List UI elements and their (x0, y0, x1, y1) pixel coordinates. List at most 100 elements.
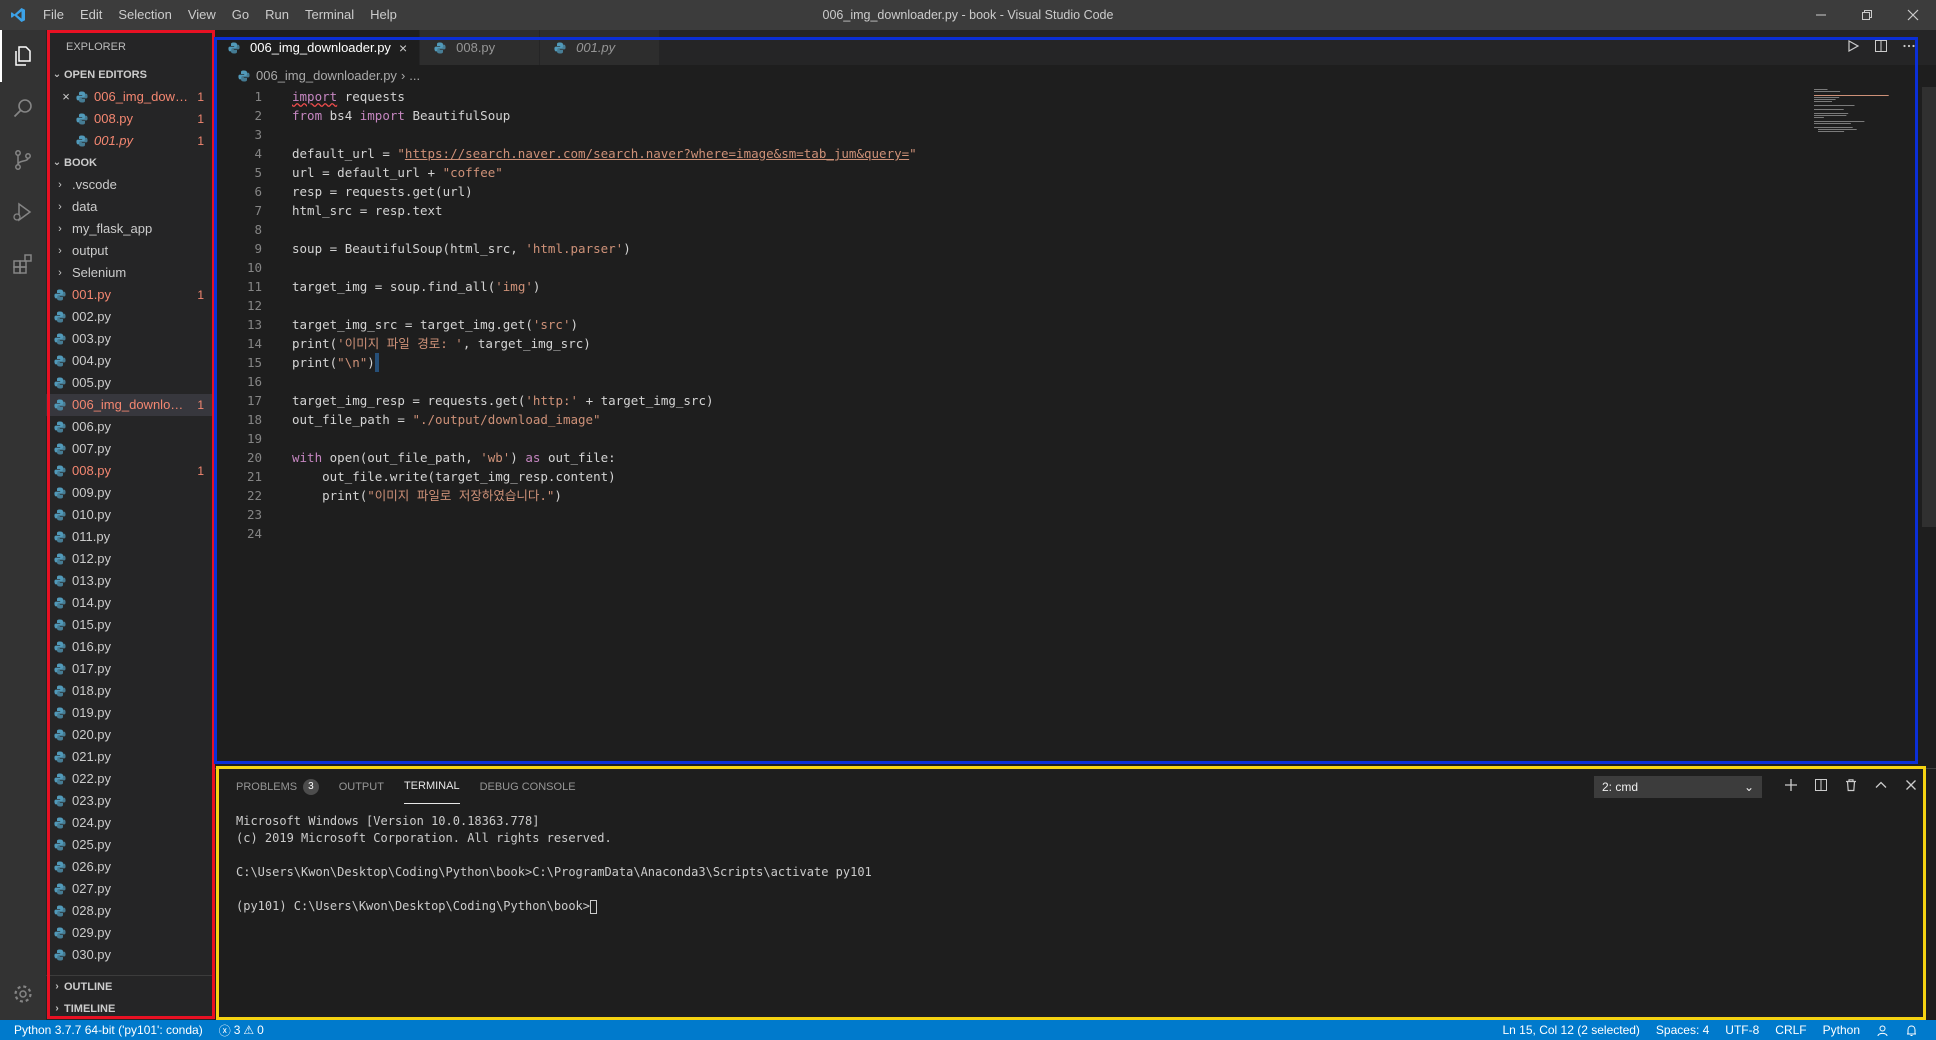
close-icon[interactable]: × (399, 40, 407, 56)
restore-icon[interactable] (1844, 0, 1890, 30)
code-line: 1 import requests (214, 87, 1816, 106)
folder-item[interactable]: › Selenium (46, 262, 214, 284)
feedback-icon[interactable] (1868, 1024, 1897, 1037)
file-item[interactable]: 022.py (46, 768, 214, 790)
panel-tab-debug-console[interactable]: DEBUG CONSOLE (480, 769, 576, 804)
file-item[interactable]: 009.py (46, 482, 214, 504)
indentation[interactable]: Spaces: 4 (1648, 1023, 1717, 1037)
open-editor-item[interactable]: × 006_img_downloader.py 1 (46, 86, 214, 108)
menu-edit[interactable]: Edit (72, 0, 110, 30)
notifications-bell-icon[interactable] (1897, 1024, 1926, 1037)
minimize-icon[interactable] (1798, 0, 1844, 30)
code-text: target_img_resp = requests.get('http:' +… (292, 393, 714, 408)
new-terminal-icon[interactable] (1784, 778, 1798, 795)
split-editor-icon[interactable] (1874, 39, 1888, 56)
code-text: import requests (292, 89, 405, 104)
line-ending[interactable]: CRLF (1767, 1023, 1814, 1037)
folder-item[interactable]: › output (46, 240, 214, 262)
extensions-icon[interactable] (0, 238, 46, 290)
timeline-header[interactable]: › TIMELINE (46, 998, 214, 1020)
breadcrumb-symbol[interactable]: ... (409, 65, 420, 87)
terminal-select[interactable]: 2: cmd ⌄ (1594, 775, 1762, 798)
menu-help[interactable]: Help (362, 0, 405, 30)
terminal-output[interactable]: Microsoft Windows [Version 10.0.18363.77… (236, 813, 872, 915)
menu-file[interactable]: File (35, 0, 72, 30)
open-editor-item[interactable]: 001.py 1 (46, 130, 214, 152)
open-editors-header[interactable]: ⌄ OPEN EDITORS (46, 64, 214, 86)
menu-run[interactable]: Run (257, 0, 297, 30)
file-item[interactable]: 030.py (46, 944, 214, 966)
file-item[interactable]: 004.py (46, 350, 214, 372)
menu-go[interactable]: Go (224, 0, 257, 30)
menu-selection[interactable]: Selection (110, 0, 179, 30)
panel-tab-problems[interactable]: PROBLEMS 3 (236, 769, 319, 804)
file-item[interactable]: 020.py (46, 724, 214, 746)
file-item[interactable]: 021.py (46, 746, 214, 768)
file-item[interactable]: 024.py (46, 812, 214, 834)
file-item[interactable]: 023.py (46, 790, 214, 812)
editor-tab[interactable]: 001.py (540, 30, 661, 65)
file-item[interactable]: 025.py (46, 834, 214, 856)
encoding[interactable]: UTF-8 (1717, 1023, 1767, 1037)
file-item[interactable]: 019.py (46, 702, 214, 724)
folder-item[interactable]: › .vscode (46, 174, 214, 196)
file-item[interactable]: 002.py (46, 306, 214, 328)
cursor-position[interactable]: Ln 15, Col 12 (2 selected) (1495, 1023, 1648, 1037)
editor-tab[interactable]: 006_img_downloader.py × (214, 30, 421, 65)
file-item[interactable]: 015.py (46, 614, 214, 636)
menu-view[interactable]: View (180, 0, 224, 30)
book-folder-header[interactable]: ⌄ BOOK (46, 152, 214, 174)
file-item[interactable]: 017.py (46, 658, 214, 680)
panel-tab-output[interactable]: OUTPUT (339, 769, 384, 804)
close-icon[interactable]: × (58, 86, 74, 108)
file-item[interactable]: 029.py (46, 922, 214, 944)
file-item[interactable]: 018.py (46, 680, 214, 702)
more-actions-icon[interactable] (1902, 39, 1916, 56)
folder-item[interactable]: › data (46, 196, 214, 218)
menu-terminal[interactable]: Terminal (297, 0, 362, 30)
file-item[interactable]: 006_img_downloader.py 1 (46, 394, 214, 416)
file-label: 011.py (72, 529, 111, 544)
code-editor[interactable]: 1 import requests 2 from bs4 import Beautif… (214, 87, 1816, 543)
trash-icon[interactable] (1844, 778, 1858, 795)
source-control-icon[interactable] (0, 134, 46, 186)
file-item[interactable]: 006.py (46, 416, 214, 438)
run-file-icon[interactable] (1846, 39, 1860, 56)
file-item[interactable]: 003.py (46, 328, 214, 350)
file-item[interactable]: 016.py (46, 636, 214, 658)
search-icon[interactable] (0, 82, 46, 134)
file-item[interactable]: 027.py (46, 878, 214, 900)
outline-header[interactable]: › OUTLINE (46, 976, 214, 998)
split-terminal-icon[interactable] (1814, 778, 1828, 795)
breadcrumb-file[interactable]: 006_img_downloader.py (256, 65, 397, 87)
language-mode[interactable]: Python (1815, 1023, 1868, 1037)
file-item[interactable]: 012.py (46, 548, 214, 570)
minimap[interactable] (1812, 87, 1922, 147)
file-item[interactable]: 010.py (46, 504, 214, 526)
file-item[interactable]: 026.py (46, 856, 214, 878)
file-item[interactable]: 028.py (46, 900, 214, 922)
close-panel-icon[interactable] (1904, 778, 1918, 795)
folder-item[interactable]: › my_flask_app (46, 218, 214, 240)
open-editor-item[interactable]: 008.py 1 (46, 108, 214, 130)
file-item[interactable]: 011.py (46, 526, 214, 548)
file-item[interactable]: 005.py (46, 372, 214, 394)
panel-tab-terminal[interactable]: TERMINAL (403, 769, 460, 804)
minimap-line (1814, 109, 1844, 110)
run-debug-icon[interactable] (0, 186, 46, 238)
settings-gear-icon[interactable] (0, 968, 46, 1020)
editor-scrollbar[interactable] (1922, 87, 1936, 527)
explorer-icon[interactable] (0, 30, 46, 82)
python-file-icon (52, 353, 68, 369)
problems-indicator[interactable]: ⓧ 3 ⚠ 0 (211, 1022, 272, 1039)
python-interpreter[interactable]: Python 3.7.7 64-bit ('py101': conda) (0, 1023, 211, 1037)
file-label: 004.py (72, 353, 112, 368)
file-item[interactable]: 007.py (46, 438, 214, 460)
close-window-icon[interactable] (1890, 0, 1936, 30)
editor-tab[interactable]: 008.py (420, 30, 541, 65)
file-item[interactable]: 014.py (46, 592, 214, 614)
maximize-panel-icon[interactable] (1874, 778, 1888, 795)
file-item[interactable]: 008.py 1 (46, 460, 214, 482)
file-item[interactable]: 001.py 1 (46, 284, 214, 306)
file-item[interactable]: 013.py (46, 570, 214, 592)
